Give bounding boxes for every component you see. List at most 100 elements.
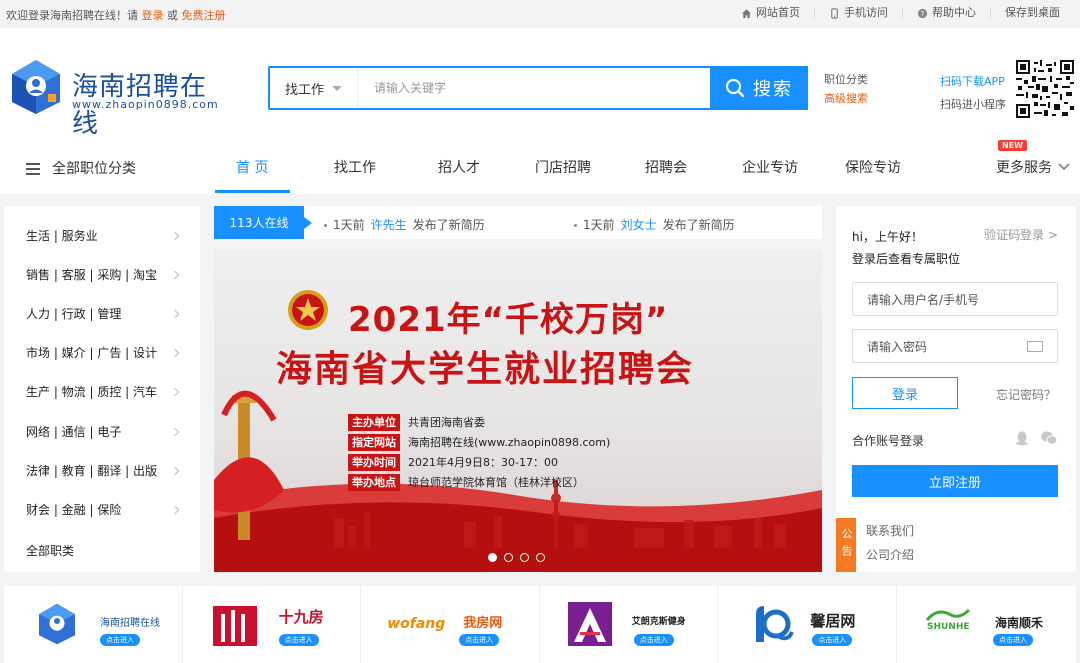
partner-card[interactable]: 艾朗克斯健身 点击进入	[540, 586, 719, 663]
forgot-password-link[interactable]: 忘记密码？	[996, 386, 1056, 403]
banner-title: 海南省大学生就业招聘会	[276, 349, 695, 390]
help-link[interactable]: ? 帮助中心	[902, 7, 990, 19]
home-icon	[741, 8, 752, 18]
login-button[interactable]: 登录	[852, 377, 958, 409]
category-label: 网络 | 通信 | 电子	[26, 425, 122, 439]
partner-logo-icon	[212, 606, 257, 646]
carousel-dot[interactable]	[536, 553, 545, 562]
chevron-right-icon	[170, 427, 180, 436]
active-tab-indicator	[215, 190, 290, 193]
job-category-link[interactable]: 职位分类	[824, 73, 868, 86]
chevron-right-icon	[170, 505, 180, 514]
notice-item-contact[interactable]: 联系我们	[866, 522, 914, 539]
ticker-item[interactable]: 1天前 刘女士 发布了新简历	[574, 216, 735, 233]
password-field[interactable]: 请输入密码	[852, 329, 1058, 363]
tab-store-recruit[interactable]: 门店招聘	[535, 157, 591, 177]
mini-program-link[interactable]: 扫码进小程序	[940, 98, 1006, 111]
category-label: 销售 | 客服 | 采购 | 淘宝	[26, 268, 158, 282]
category-label: 人力 | 行政 | 管理	[26, 307, 122, 321]
chevron-down-icon	[1058, 163, 1070, 170]
chevron-right-icon	[170, 270, 180, 279]
register-link[interactable]: 免费注册	[182, 9, 226, 22]
info-value: 共青团海南省委	[408, 416, 485, 429]
all-categories-button[interactable]: 全部职位分类	[26, 158, 136, 178]
category-item[interactable]: 生活 | 服务业	[26, 227, 186, 244]
ticker-item[interactable]: 1天前 许先生 发布了新简历	[324, 216, 485, 233]
info-label: 指定网站	[348, 433, 400, 451]
wechat-icon[interactable]	[1040, 430, 1058, 446]
partner-enter-button[interactable]: 点击进入	[278, 634, 319, 646]
partner-enter-button[interactable]: 点击进入	[633, 634, 674, 646]
carousel-dot[interactable]	[488, 553, 497, 562]
category-label: 全部职类	[26, 544, 75, 558]
top-bar: 欢迎登录海南招聘在线！请 登录 或 免费注册 网站首页 手机访问 ? 帮助中心 …	[0, 0, 1080, 28]
login-panel: hi，上午好！ 登录后查看专属职位 验证码登录 > 请输入用户名/手机号 请输入…	[836, 206, 1076, 518]
partner-card[interactable]: 馨居网 点击进入	[718, 586, 897, 663]
category-item-all[interactable]: 全部职类	[26, 542, 186, 559]
carousel-dots	[488, 553, 545, 562]
ticker-action: 发布了新简历	[662, 218, 735, 232]
tab-home[interactable]: 首 页	[236, 157, 268, 177]
bullet-dot	[574, 224, 577, 227]
code-login-link[interactable]: 验证码登录 >	[984, 226, 1058, 243]
bullet-dot	[324, 224, 327, 227]
banner-info-row: 举办地点 琼台师范学院体育馆（桂林洋校区）	[348, 472, 610, 492]
partner-enter-button[interactable]: 点击进入	[100, 634, 140, 646]
category-item[interactable]: 财会 | 金融 | 保险	[26, 501, 186, 518]
greeting: hi，上午好！	[852, 230, 923, 244]
tab-job-fair[interactable]: 招聘会	[645, 157, 687, 177]
qq-icon[interactable]	[1014, 430, 1030, 446]
partner-enter-button[interactable]: 点击进入	[812, 634, 853, 646]
advanced-search-link[interactable]: 高级搜索	[824, 92, 868, 105]
ticker-user: 刘女士	[620, 218, 657, 232]
carousel-dot[interactable]	[504, 553, 513, 562]
mobile-link[interactable]: 手机访问	[814, 7, 902, 19]
home-link[interactable]: 网站首页	[727, 7, 814, 19]
search-button[interactable]: 搜索	[710, 66, 808, 110]
tab-company-interview[interactable]: 企业专访	[742, 157, 798, 177]
username-field[interactable]: 请输入用户名/手机号	[852, 282, 1058, 316]
or-text: 或	[167, 9, 178, 22]
save-desktop-link[interactable]: 保存到桌面	[990, 7, 1074, 19]
partner-card[interactable]: 十九房 点击进入	[183, 586, 362, 663]
search-button-label: 搜索	[753, 79, 793, 100]
menu-icon	[26, 162, 40, 175]
register-button[interactable]: 立即注册	[852, 465, 1058, 497]
category-item[interactable]: 销售 | 客服 | 采购 | 淘宝	[26, 266, 186, 283]
more-services-menu[interactable]: 更多服务	[996, 157, 1070, 177]
search-bar: 找工作 搜索	[268, 66, 808, 110]
partner-enter-button[interactable]: 点击进入	[459, 634, 500, 646]
category-item[interactable]: 市场 | 媒介 | 广告 | 设计	[26, 344, 186, 361]
category-item[interactable]: 网络 | 通信 | 电子	[26, 423, 186, 440]
main-nav: 全部职位分类 首 页 找工作 招人才 门店招聘 招聘会 企业专访 保险专访 NE…	[0, 140, 1080, 194]
partner-card[interactable]: wofang 我房网 点击进入	[361, 586, 540, 663]
partner-card[interactable]: SHUNHE 海南顺禾 点击进入	[897, 586, 1076, 663]
tab-insurance-interview[interactable]: 保险专访	[845, 157, 901, 177]
login-link[interactable]: 登录	[142, 9, 164, 22]
app-links: 扫码下载APP 扫码进小程序	[940, 70, 1006, 116]
phone-icon	[831, 7, 838, 19]
partner-card[interactable]: 海南招聘在线 点击进入	[4, 586, 183, 663]
search-input[interactable]	[362, 68, 708, 108]
partner-name: 馨居网	[810, 612, 856, 630]
banner-info-row: 主办单位 共青团海南省委	[348, 412, 610, 432]
ticker-user: 许先生	[370, 218, 407, 232]
category-item[interactable]: 生产 | 物流 | 质控 | 汽车	[26, 383, 186, 400]
notice-item-about[interactable]: 公司介绍	[866, 546, 914, 563]
info-value: 2021年4月9日8：30-17：00	[408, 456, 558, 469]
category-item[interactable]: 法律 | 教育 | 翻译 | 出版	[26, 462, 186, 479]
header: 海南招聘在线 www.zhaopin0898.com 找工作 搜索 职位分类 高…	[0, 28, 1080, 140]
save-desktop-label: 保存到桌面	[1005, 6, 1060, 19]
partner-enter-button[interactable]: 点击进入	[992, 634, 1033, 646]
download-app-link[interactable]: 扫码下载APP	[940, 75, 1005, 88]
tab-find-job[interactable]: 找工作	[334, 157, 376, 177]
tab-find-talent[interactable]: 招人才	[438, 157, 480, 177]
partner-name: 海南招聘在线	[100, 618, 160, 629]
chevron-right-icon	[170, 466, 180, 475]
carousel-dot[interactable]	[520, 553, 529, 562]
category-item[interactable]: 人力 | 行政 | 管理	[26, 305, 186, 322]
search-type-dropdown[interactable]: 找工作	[270, 68, 358, 108]
keyboard-icon[interactable]	[1027, 341, 1043, 352]
hero-banner[interactable]: 2021年“千校万岗” 海南省大学生就业招聘会 主办单位 共青团海南省委 指定网站…	[214, 250, 822, 572]
site-logo[interactable]: 海南招聘在线 www.zhaopin0898.com	[8, 58, 218, 139]
